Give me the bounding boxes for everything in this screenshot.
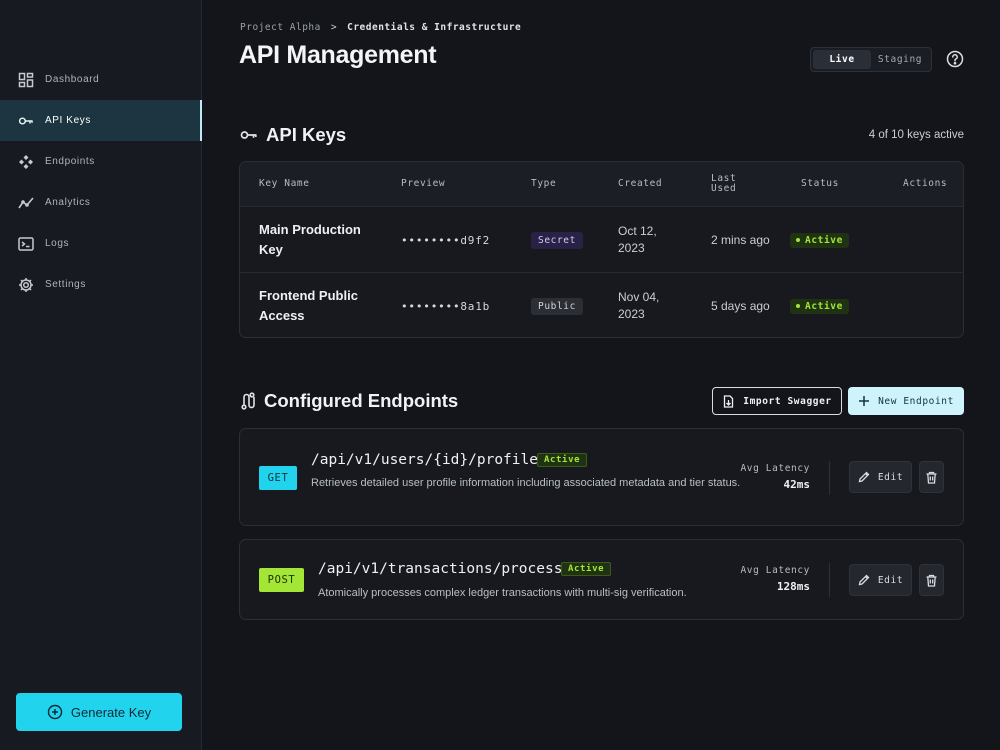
method-badge-post: POST	[259, 568, 304, 592]
status-label: Active	[805, 300, 843, 312]
sidebar-item-label: Endpoints	[45, 156, 95, 167]
generate-key-button[interactable]: Generate Key	[16, 693, 182, 731]
column-status: Status	[801, 178, 839, 190]
latency-value: 42ms	[783, 478, 811, 491]
breadcrumb: Project Alpha > Credentials & Infrastruc…	[240, 22, 521, 33]
sidebar: Dashboard API Keys Endpoints Analytics L…	[0, 0, 202, 750]
environment-toggle: Live Staging	[810, 47, 932, 72]
plus-icon	[859, 396, 870, 406]
column-last-used: Last Used	[711, 162, 736, 206]
status-dot	[796, 304, 800, 308]
key-name: Main Production Key	[259, 222, 361, 257]
sidebar-item-label: Analytics	[45, 197, 91, 208]
trash-icon	[926, 471, 937, 484]
edit-label: Edit	[877, 574, 904, 586]
column-actions: Actions	[903, 178, 948, 190]
api-keys-table: Key Name Preview Type Created Last Used …	[239, 161, 964, 338]
api-keys-title: API Keys	[266, 124, 347, 145]
status-dot	[796, 238, 800, 242]
key-created-date: Oct 12, 2023	[618, 224, 657, 255]
delete-button[interactable]	[919, 564, 944, 596]
new-endpoint-button[interactable]: New Endpoint	[848, 387, 964, 415]
column-preview: Preview	[401, 178, 446, 190]
key-icon	[18, 116, 33, 125]
key-type-badge: Secret	[531, 231, 583, 249]
gear-icon	[19, 277, 33, 292]
sidebar-item-label: Settings	[45, 279, 86, 290]
key-last-used: 2 mins ago	[711, 232, 770, 247]
file-import-icon	[724, 394, 734, 408]
breadcrumb-separator: >	[330, 22, 338, 33]
new-endpoint-label: New Endpoint	[878, 395, 954, 407]
column-created: Created	[618, 178, 663, 190]
status-badge: Active	[537, 453, 588, 467]
dashboard-icon	[18, 72, 34, 87]
column-type: Type	[531, 178, 557, 190]
pencil-icon	[858, 471, 870, 483]
sidebar-item-api-keys[interactable]: API Keys	[0, 100, 202, 141]
column-key-name: Key Name	[259, 178, 310, 190]
sidebar-item-label: Logs	[45, 238, 70, 249]
latency-label: Avg Latency	[740, 463, 810, 474]
table-header: Key Name Preview Type Created Last Used …	[240, 162, 963, 206]
status-badge: Active	[561, 562, 612, 576]
latency-value: 128ms	[776, 580, 810, 593]
key-preview: ••••••••8a1b	[401, 299, 491, 313]
generate-key-label: Generate Key	[70, 704, 152, 720]
sidebar-nav: Dashboard API Keys Endpoints Analytics L…	[0, 59, 202, 305]
page-title: API Management	[239, 41, 437, 69]
edit-label: Edit	[877, 471, 904, 483]
key-preview: ••••••••d9f2	[401, 233, 491, 247]
divider	[829, 563, 830, 597]
help-icon[interactable]	[946, 50, 964, 68]
import-swagger-button[interactable]: Import Swagger	[712, 387, 842, 415]
endpoint-description: Retrieves detailed user profile informat…	[311, 477, 741, 489]
breadcrumb-project[interactable]: Project Alpha	[240, 22, 321, 33]
status-badge: Active	[790, 298, 849, 314]
column-last-used-line2: Used	[711, 183, 737, 194]
endpoint-card: POST /api/v1/transactions/process Active…	[239, 539, 964, 620]
endpoint-path: /api/v1/users/{id}/profile	[311, 452, 538, 468]
endpoint-path: /api/v1/transactions/process	[318, 561, 563, 577]
route-icon	[241, 392, 255, 410]
api-keys-heading: API Keys	[240, 124, 346, 146]
key-type-badge: Public	[531, 297, 583, 315]
keys-active-count: 4 of 10 keys active	[868, 129, 964, 141]
sidebar-item-settings[interactable]: Settings	[0, 264, 202, 305]
trash-icon	[926, 574, 937, 587]
edit-button[interactable]: Edit	[849, 564, 912, 596]
sidebar-item-label: API Keys	[45, 115, 91, 126]
endpoints-heading: Configured Endpoints	[240, 390, 458, 412]
latency-label: Avg Latency	[740, 565, 810, 576]
pencil-icon	[858, 574, 870, 586]
delete-button[interactable]	[919, 461, 944, 493]
edit-button[interactable]: Edit	[849, 461, 912, 493]
table-row[interactable]: Main Production Key ••••••••d9f2 Secret …	[240, 206, 963, 272]
sidebar-item-endpoints[interactable]: Endpoints	[0, 141, 202, 182]
status-badge: Active	[790, 232, 849, 248]
divider	[829, 461, 830, 495]
method-badge-get: GET	[259, 466, 297, 490]
key-created-date: Nov 04, 2023	[618, 290, 660, 321]
sidebar-item-analytics[interactable]: Analytics	[0, 182, 202, 223]
sidebar-item-logs[interactable]: Logs	[0, 223, 202, 264]
endpoint-card: GET /api/v1/users/{id}/profile Active Re…	[239, 428, 964, 526]
endpoint-description: Atomically processes complex ledger tran…	[318, 587, 687, 599]
env-option-staging[interactable]: Staging	[871, 50, 929, 69]
key-last-used: 5 days ago	[711, 298, 770, 313]
key-name: Frontend Public Access	[259, 288, 358, 323]
import-swagger-label: Import Swagger	[743, 395, 832, 407]
sidebar-item-dashboard[interactable]: Dashboard	[0, 59, 202, 100]
analytics-icon	[18, 196, 34, 208]
table-row[interactable]: Frontend Public Access ••••••••8a1b Publ…	[240, 272, 963, 337]
key-icon	[240, 131, 257, 139]
endpoints-title: Configured Endpoints	[264, 390, 459, 411]
plus-circle-icon	[47, 704, 63, 720]
env-option-live[interactable]: Live	[813, 50, 871, 69]
terminal-icon	[18, 236, 34, 251]
status-label: Active	[805, 234, 843, 246]
breadcrumb-current: Credentials & Infrastructure	[347, 22, 522, 33]
sidebar-item-label: Dashboard	[45, 74, 100, 85]
endpoints-icon	[19, 154, 33, 169]
